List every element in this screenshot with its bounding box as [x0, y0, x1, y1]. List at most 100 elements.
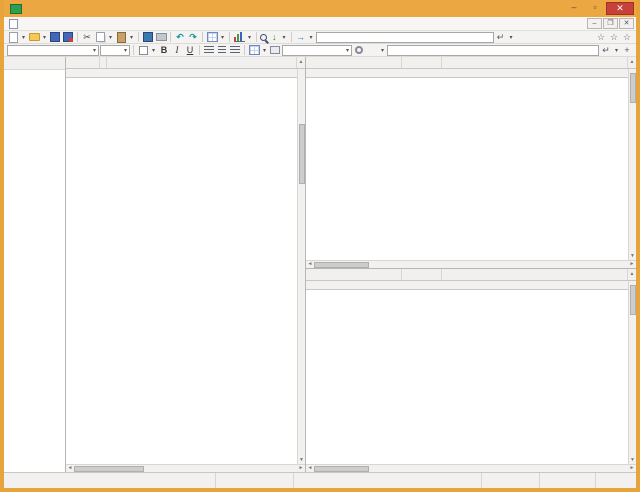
underline-button[interactable]: U	[184, 45, 196, 56]
chart2d-scroll-down-icon[interactable]: ▼	[629, 253, 637, 260]
scroll-down-icon[interactable]: ▼	[298, 457, 306, 464]
chart2d-scroll-right-icon[interactable]: ►	[628, 261, 636, 268]
name-box[interactable]	[316, 32, 494, 43]
chart3d-horizontal-scrollbar[interactable]: ◄ ►	[306, 464, 636, 472]
fill-color-dropdown[interactable]: ▾	[150, 47, 157, 54]
close-button[interactable]: ✕	[606, 2, 634, 15]
format-painter-button[interactable]	[353, 45, 365, 56]
mdi-restore-button[interactable]: ❐	[603, 18, 618, 29]
export-button[interactable]	[142, 32, 154, 43]
paste-dropdown[interactable]: ▾	[128, 34, 135, 41]
style-select[interactable]: ▾	[282, 45, 352, 56]
favorite-next-button[interactable]: ☆	[621, 32, 633, 43]
font-size-select[interactable]: ▾	[100, 45, 130, 56]
sheet-horizontal-scrollbar[interactable]: ◄ ►	[66, 464, 305, 472]
mdi-close-button[interactable]: ✕	[619, 18, 634, 29]
align-right-button[interactable]	[229, 45, 241, 56]
redo-button[interactable]: ↷	[187, 32, 199, 43]
split-handle[interactable]	[281, 57, 297, 68]
bold-button[interactable]: B	[158, 45, 170, 56]
chart3d-cell-reference[interactable]	[306, 269, 402, 280]
save-all-button[interactable]	[62, 32, 74, 43]
zoom-level[interactable]	[596, 473, 636, 488]
table-dropdown[interactable]: ▾	[219, 34, 226, 41]
chart2d-scroll-left-icon[interactable]: ◄	[306, 261, 314, 268]
chart3d-scroll-down-icon[interactable]: ▼	[629, 457, 637, 464]
favorite-prev-button[interactable]: ☆	[608, 32, 620, 43]
save-button[interactable]	[49, 32, 61, 43]
new-file-button[interactable]	[7, 32, 19, 43]
chart3d-pane-header: ▲	[306, 269, 636, 281]
cell-reference[interactable]	[66, 57, 100, 68]
open-dropdown[interactable]: ▾	[41, 34, 48, 41]
borders-dropdown[interactable]: ▾	[261, 47, 268, 54]
cut-button[interactable]: ✂	[81, 32, 93, 43]
chart2d-split-handle[interactable]	[612, 57, 628, 68]
paste-name-dropdown[interactable]: ▾	[508, 34, 515, 41]
expand-formula-button[interactable]: +	[621, 45, 633, 56]
chart2d-hscroll-thumb[interactable]	[314, 262, 369, 268]
minimize-button[interactable]: –	[564, 2, 584, 15]
autosum-dropdown[interactable]: ▾	[379, 47, 386, 54]
fill-color-button[interactable]	[137, 45, 149, 56]
sheet-hscroll-thumb[interactable]	[74, 466, 144, 472]
menu-bar: – ❐ ✕	[4, 17, 636, 31]
font-family-select[interactable]: ▾	[7, 45, 99, 56]
autosum-button[interactable]	[366, 45, 378, 56]
borders-button[interactable]	[248, 45, 260, 56]
chart3d-scroll-right-icon[interactable]: ►	[628, 465, 636, 472]
chart3d-vscroll-thumb[interactable]	[630, 285, 636, 315]
scroll-up-icon[interactable]: ▲	[297, 59, 305, 66]
chart3d-hscroll-thumb[interactable]	[314, 466, 369, 472]
maximize-button[interactable]: ▫	[585, 2, 605, 15]
document-icon[interactable]	[9, 19, 18, 29]
copy-button[interactable]	[94, 32, 106, 43]
chart3d-scroll-up-icon[interactable]: ▲	[628, 271, 636, 278]
italic-button[interactable]: I	[171, 45, 183, 56]
worksheets-tree	[4, 70, 65, 472]
scroll-left-icon[interactable]: ◄	[66, 465, 74, 472]
mdi-minimize-button[interactable]: –	[587, 18, 602, 29]
copy-dropdown[interactable]: ▾	[107, 34, 114, 41]
table-button[interactable]	[206, 32, 218, 43]
chart2d-scroll-up-icon[interactable]: ▲	[628, 59, 636, 66]
chart2d-horizontal-scrollbar[interactable]: ◄ ►	[306, 260, 636, 268]
cell-formula-display[interactable]	[107, 57, 281, 68]
sheet-vscroll-thumb[interactable]	[299, 124, 305, 184]
undo-button[interactable]: ↶	[174, 32, 186, 43]
chart3d-grid[interactable]	[306, 281, 628, 464]
time-series-chart[interactable]	[333, 79, 627, 255]
enter-formula-button[interactable]: ↵	[600, 45, 612, 56]
scroll-right-icon[interactable]: ►	[297, 465, 305, 472]
merge-cells-button[interactable]	[269, 45, 281, 56]
chart2d-vertical-scrollbar[interactable]: ▼	[628, 69, 636, 260]
sheet-grid[interactable]	[66, 69, 297, 464]
sort-button[interactable]: ↓	[272, 32, 280, 43]
new-file-dropdown[interactable]: ▾	[20, 34, 27, 41]
align-left-button[interactable]	[203, 45, 215, 56]
chart2d-cell-reference[interactable]	[306, 57, 402, 68]
formula-bar[interactable]	[387, 45, 599, 56]
insert-chart-dropdown[interactable]: ▾	[246, 34, 253, 41]
values-mode[interactable]	[482, 473, 540, 488]
autocalc-mode[interactable]	[540, 473, 596, 488]
paste-button[interactable]	[115, 32, 127, 43]
align-center-button[interactable]	[216, 45, 228, 56]
sheet-vertical-scrollbar[interactable]: ▼	[297, 69, 305, 464]
formula-dropdown[interactable]: ▾	[613, 47, 620, 54]
favorite-button[interactable]: ☆	[595, 32, 607, 43]
goto-dropdown[interactable]: ▾	[308, 34, 315, 41]
chart3d-split-handle[interactable]	[612, 269, 628, 280]
chart3d-scroll-left-icon[interactable]: ◄	[306, 465, 314, 472]
sort-dropdown[interactable]: ▾	[281, 34, 288, 41]
insert-chart-button[interactable]	[233, 32, 245, 43]
bar3d-chart[interactable]	[322, 291, 626, 455]
goto-button[interactable]: →	[295, 32, 307, 43]
chart2d-grid[interactable]	[306, 69, 628, 260]
chart2d-vscroll-thumb[interactable]	[630, 73, 636, 103]
print-button[interactable]	[155, 32, 167, 43]
find-button[interactable]	[260, 32, 271, 43]
open-button[interactable]	[28, 32, 40, 43]
chart3d-vertical-scrollbar[interactable]: ▼	[628, 281, 636, 464]
paste-name-button[interactable]: ↵	[495, 32, 507, 43]
